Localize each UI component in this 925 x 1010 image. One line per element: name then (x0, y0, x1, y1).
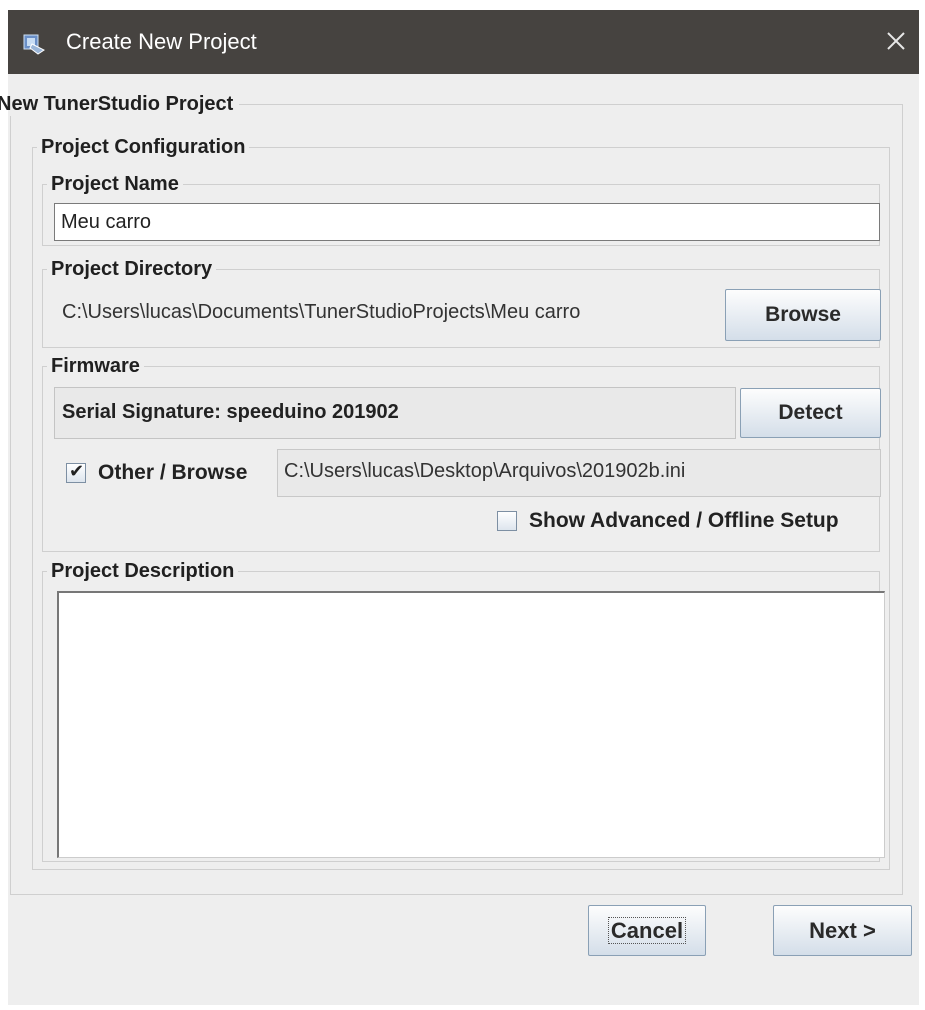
window-title: Create New Project (66, 29, 257, 54)
title-bar[interactable]: Create New Project (8, 10, 919, 74)
project-configuration-legend: Project Configuration (41, 136, 246, 158)
firmware-legend: Firmware (51, 355, 140, 377)
show-advanced-checkbox[interactable] (497, 511, 517, 531)
project-directory-legend: Project Directory (51, 258, 213, 280)
browse-button[interactable]: Browse (725, 289, 881, 341)
cancel-button[interactable]: Cancel (588, 905, 706, 956)
project-name-input[interactable]: Meu carro (54, 203, 880, 241)
project-name-legend: Project Name (51, 173, 179, 195)
ini-file-path: C:\Users\lucas\Desktop\Arquivos\201902b.… (284, 460, 686, 482)
show-advanced-label[interactable]: Show Advanced / Offline Setup (529, 509, 839, 533)
next-button[interactable]: Next > (773, 905, 912, 956)
other-browse-checkbox[interactable] (66, 461, 86, 483)
project-description-textarea[interactable] (57, 591, 885, 858)
cancel-button-label: Cancel (607, 917, 687, 944)
project-description-legend: Project Description (51, 560, 235, 582)
close-icon[interactable] (879, 24, 913, 58)
detect-button[interactable]: Detect (740, 388, 881, 438)
tunerstudio-app-icon (23, 34, 45, 55)
new-project-legend: New TunerStudio Project (0, 93, 234, 115)
other-browse-label[interactable]: Other / Browse (98, 461, 247, 485)
serial-signature-text: Serial Signature: speeduino 201902 (62, 401, 399, 423)
project-directory-path: C:\Users\lucas\Documents\TunerStudioProj… (62, 301, 581, 323)
